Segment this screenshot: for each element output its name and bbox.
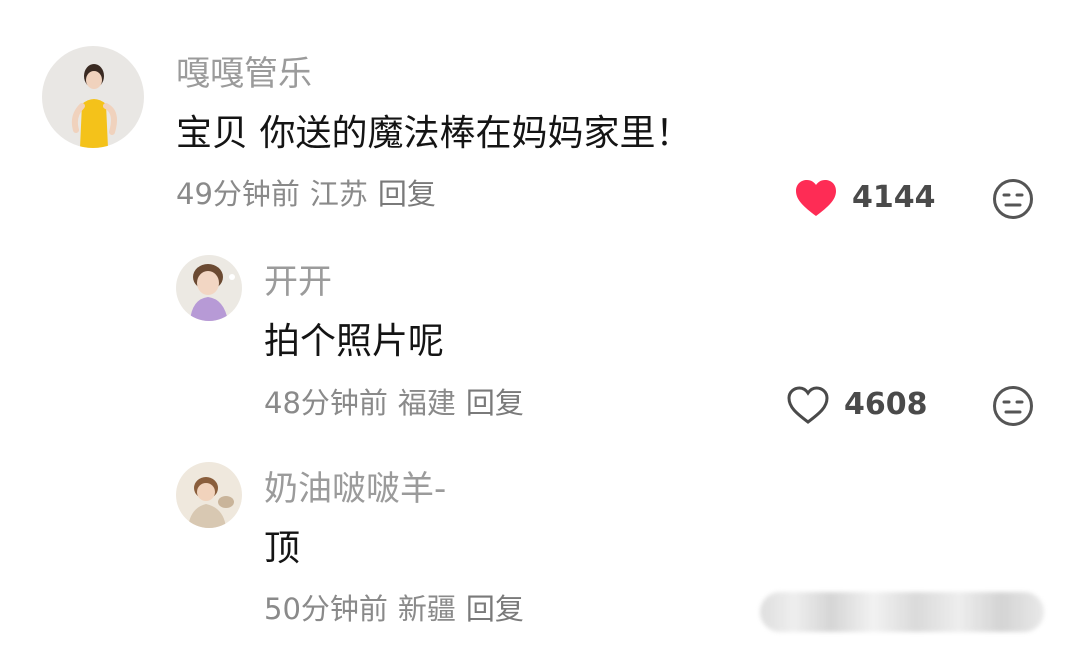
reply-button[interactable]: 回复 [466,592,524,626]
username[interactable]: 嘎嘎管乐 [176,54,312,94]
comment-location: 江苏 [309,177,368,211]
comment-time: 48分钟前 [264,386,388,420]
comment-time: 49分钟前 [176,177,300,211]
reply-button[interactable]: 回复 [378,177,436,211]
comment-text: 拍个照片呢 [264,321,445,362]
comment-time: 50分钟前 [264,592,388,626]
comment-meta: 48分钟前 福建 回复 [264,385,534,421]
blurred-actions-overlay [760,592,1044,632]
reply-button[interactable]: 回复 [466,386,524,420]
comment-text: 顶 [264,528,301,569]
comment-text: 宝贝 你送的魔法棒在妈妈家里！ [176,113,692,154]
heart-filled-icon [796,180,836,216]
like-count: 4608 [844,387,928,422]
comment-location: 福建 [397,386,456,420]
dislike-button[interactable] [992,385,1034,427]
like-button[interactable]: 4608 [786,385,928,425]
avatar[interactable] [176,462,242,528]
username[interactable]: 奶油啵啵羊- [264,469,446,509]
like-button[interactable]: 4144 [794,178,936,218]
avatar[interactable] [176,255,242,321]
neutral-face-icon [993,179,1033,219]
avatar[interactable] [42,46,144,148]
neutral-face-icon [993,386,1033,426]
comment-location: 新疆 [397,592,456,626]
comment-meta: 50分钟前 新疆 回复 [264,591,534,627]
dislike-button[interactable] [992,178,1034,220]
heart-outline-icon [787,386,829,424]
like-count: 4144 [852,180,936,215]
comment-meta: 49分钟前 江苏 回复 [176,176,446,212]
username[interactable]: 开开 [264,262,332,302]
